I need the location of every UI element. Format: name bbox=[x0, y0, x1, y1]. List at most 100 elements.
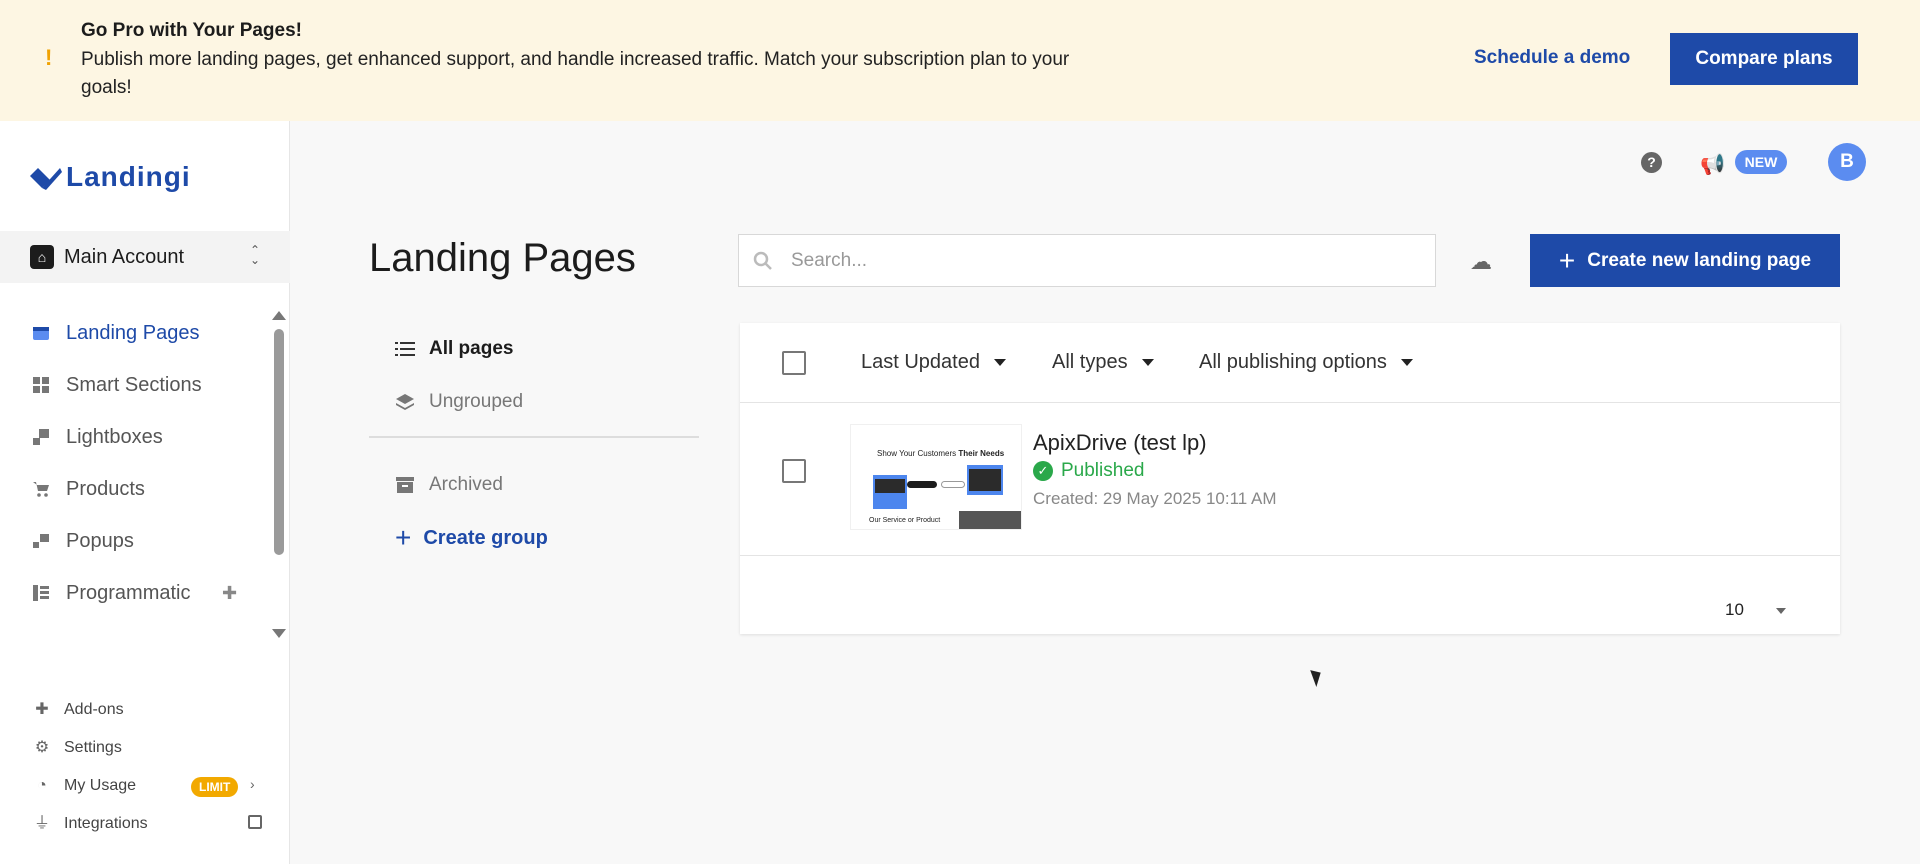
sidebar-item-label: Add-ons bbox=[64, 701, 124, 718]
sidebar-bottom-nav: ✚ Add-ons ⚙ Settings ◔ My Usage LIMIT › … bbox=[0, 691, 290, 843]
group-label: All pages bbox=[429, 338, 514, 359]
sidebar-nav: Landing Pages Smart Sections Lightboxes … bbox=[0, 307, 270, 619]
sidebar-item-label: Popups bbox=[66, 529, 134, 552]
group-ungrouped[interactable]: Ungrouped bbox=[369, 383, 699, 421]
cart-icon bbox=[33, 482, 49, 497]
gear-icon: ⚙ bbox=[34, 739, 50, 756]
plus-icon: + bbox=[1558, 244, 1576, 276]
new-badge[interactable]: NEW bbox=[1735, 150, 1787, 174]
landingi-logo-icon bbox=[30, 168, 62, 190]
sidebar: Landingi ⌂ Main Account ⌃ ⌄ Landing Pages… bbox=[0, 121, 290, 864]
thumb-headline: Show Your Customers Their Needs bbox=[877, 449, 1005, 458]
group-archived[interactable]: Archived bbox=[369, 466, 699, 504]
compare-plans-button[interactable]: Compare plans bbox=[1670, 33, 1858, 85]
usage-icon: ◔ bbox=[37, 777, 47, 794]
banner-text: Publish more landing pages, get enhanced… bbox=[81, 49, 1070, 98]
lightboxes-icon bbox=[33, 429, 49, 445]
page-thumbnail[interactable]: Show Your Customers Their Needs Our Serv… bbox=[850, 424, 1022, 530]
sidebar-item-my-usage[interactable]: ◔ My Usage LIMIT › bbox=[0, 767, 290, 805]
plus-icon: + bbox=[395, 522, 412, 553]
sidebar-item-products[interactable]: Products bbox=[0, 463, 270, 515]
row-checkbox[interactable] bbox=[782, 459, 806, 483]
caret-down-icon[interactable] bbox=[1776, 608, 1786, 614]
sidebar-item-label: Products bbox=[66, 477, 145, 500]
plug-icon: ⏚ bbox=[34, 815, 51, 832]
caret-down-icon bbox=[993, 359, 1006, 366]
scroll-up-arrow[interactable] bbox=[272, 311, 286, 320]
check-circle-icon: ✓ bbox=[1033, 461, 1053, 481]
sidebar-item-integrations[interactable]: ⏚ Integrations bbox=[0, 805, 290, 843]
thumb-footer: Our Service or Product bbox=[869, 517, 941, 524]
warning-icon: ! bbox=[45, 45, 53, 70]
caret-down-icon bbox=[1141, 359, 1154, 366]
search-icon bbox=[753, 251, 772, 270]
popups-icon bbox=[33, 534, 49, 548]
type-filter-label: All types bbox=[1052, 351, 1128, 373]
banner-title: Go Pro with Your Pages! bbox=[81, 20, 302, 41]
group-label: Ungrouped bbox=[429, 391, 524, 412]
scroll-down-arrow[interactable] bbox=[272, 629, 286, 638]
thumb-image bbox=[959, 511, 1021, 529]
sidebar-item-smart-sections[interactable]: Smart Sections bbox=[0, 359, 270, 411]
filters-bar: Last Updated All types All publishing op… bbox=[740, 323, 1840, 403]
thumb-block bbox=[969, 469, 1001, 491]
publishing-filter-dropdown[interactable]: All publishing options bbox=[1199, 351, 1413, 374]
group-all-pages[interactable]: All pages bbox=[369, 330, 699, 368]
chevron-updown-icon: ⌃ ⌄ bbox=[249, 243, 260, 267]
upgrade-banner: ! Go Pro with Your Pages! Publish more l… bbox=[0, 0, 1920, 121]
sidebar-item-lightboxes[interactable]: Lightboxes bbox=[0, 411, 270, 463]
home-icon: ⌂ bbox=[30, 245, 54, 269]
sidebar-item-label: Landing Pages bbox=[66, 321, 200, 344]
help-icon[interactable]: ? bbox=[1641, 152, 1662, 173]
puzzle-icon: ✚ bbox=[222, 583, 238, 603]
table-row[interactable]: Show Your Customers Their Needs Our Serv… bbox=[740, 404, 1840, 556]
sidebar-item-landing-pages[interactable]: Landing Pages bbox=[0, 307, 270, 359]
per-page-select[interactable]: 10 bbox=[1725, 600, 1744, 620]
sidebar-item-popups[interactable]: Popups bbox=[0, 515, 270, 567]
sidebar-item-add-ons[interactable]: ✚ Add-ons bbox=[0, 691, 290, 729]
thumb-button bbox=[907, 481, 937, 488]
landing-pages-icon bbox=[33, 327, 49, 340]
publishing-filter-label: All publishing options bbox=[1199, 351, 1387, 373]
sidebar-item-label: Settings bbox=[64, 739, 122, 756]
avatar[interactable]: B bbox=[1828, 143, 1866, 181]
chevron-right-icon: › bbox=[250, 776, 255, 792]
status-label: Published bbox=[1061, 460, 1145, 481]
groups-divider bbox=[369, 436, 699, 438]
create-button-label: Create new landing page bbox=[1587, 249, 1812, 271]
page-title: Landing Pages bbox=[369, 236, 636, 280]
megaphone-icon[interactable]: 📢 bbox=[1700, 152, 1725, 177]
page-name[interactable]: ApixDrive (test lp) bbox=[1033, 430, 1207, 456]
create-landing-page-button[interactable]: + Create new landing page bbox=[1530, 234, 1840, 287]
create-group-button[interactable]: + Create group bbox=[369, 519, 699, 557]
sort-dropdown[interactable]: Last Updated bbox=[861, 351, 1006, 374]
account-switcher[interactable]: ⌂ Main Account ⌃ ⌄ bbox=[0, 231, 290, 283]
account-name: Main Account bbox=[64, 245, 185, 268]
search-input[interactable] bbox=[791, 249, 1391, 272]
sidebar-item-programmatic[interactable]: Programmatic ✚ bbox=[0, 567, 270, 619]
external-link-icon bbox=[248, 815, 262, 829]
puzzle-icon: ✚ bbox=[35, 701, 49, 718]
created-date: Created: 29 May 2025 10:11 AM bbox=[1033, 489, 1277, 508]
thumb-block bbox=[875, 479, 905, 493]
logo[interactable]: Landingi bbox=[28, 161, 191, 193]
create-group-label: Create group bbox=[423, 526, 548, 549]
sidebar-item-settings[interactable]: ⚙ Settings bbox=[0, 729, 290, 767]
sidebar-item-label: Integrations bbox=[64, 815, 148, 832]
select-all-checkbox[interactable] bbox=[782, 351, 806, 375]
limit-badge: LIMIT bbox=[191, 777, 239, 797]
sidebar-item-label: Smart Sections bbox=[66, 373, 202, 396]
sidebar-item-label: Programmatic bbox=[66, 581, 191, 604]
sidebar-scrollbar[interactable] bbox=[274, 329, 284, 555]
upload-cloud-icon[interactable]: ☁ bbox=[1470, 249, 1492, 275]
layers-icon bbox=[396, 394, 414, 410]
sidebar-item-label: My Usage bbox=[64, 777, 137, 794]
sidebar-item-label: Lightboxes bbox=[66, 425, 163, 448]
schedule-demo-link[interactable]: Schedule a demo bbox=[1474, 47, 1630, 69]
group-label: Archived bbox=[429, 474, 503, 495]
type-filter-dropdown[interactable]: All types bbox=[1052, 351, 1154, 374]
groups-panel: All pages Ungrouped Archived + Create gr… bbox=[369, 330, 699, 557]
logo-text: Landingi bbox=[66, 161, 191, 192]
thumb-button bbox=[941, 481, 965, 488]
sort-label: Last Updated bbox=[861, 351, 980, 373]
